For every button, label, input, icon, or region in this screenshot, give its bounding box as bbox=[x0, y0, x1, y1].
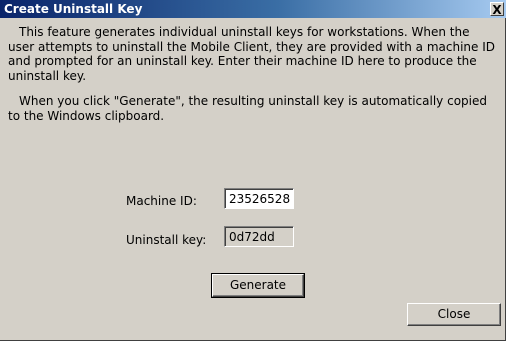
window-title: Create Uninstall Key bbox=[4, 2, 143, 16]
machine-id-input[interactable]: 23526528 bbox=[224, 188, 294, 209]
close-button[interactable]: Close bbox=[407, 303, 501, 326]
title-bar: Create Uninstall Key X bbox=[0, 0, 506, 18]
close-icon[interactable]: X bbox=[490, 2, 504, 17]
clipboard-note-text: When you click "Generate", the resulting… bbox=[8, 94, 487, 123]
uninstall-key-label: Uninstall key: bbox=[126, 233, 207, 247]
machine-id-label: Machine ID: bbox=[126, 194, 197, 208]
uninstall-key-field: 0d72dd bbox=[224, 226, 294, 247]
generate-button[interactable]: Generate bbox=[211, 273, 305, 298]
description-text: This feature generates individual uninst… bbox=[8, 25, 496, 83]
